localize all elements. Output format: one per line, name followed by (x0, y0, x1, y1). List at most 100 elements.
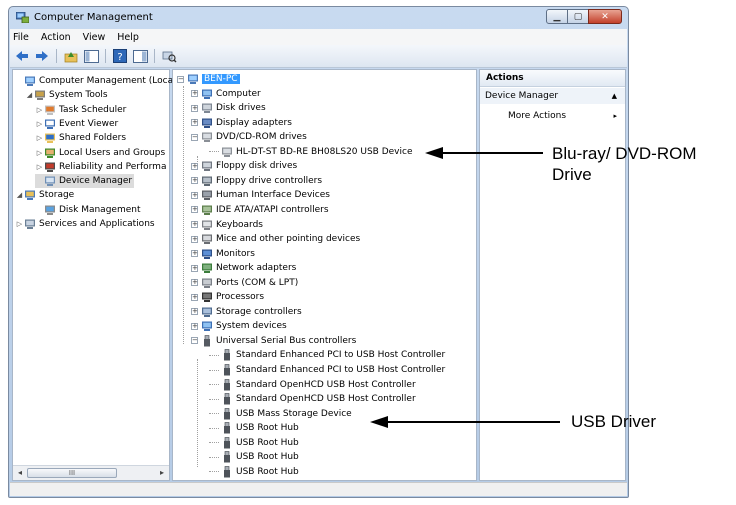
console-tree-item[interactable]: ▷ Local Users and Groups (35, 146, 165, 160)
expand-arrow-icon[interactable]: ▷ (15, 220, 24, 228)
device-tree-item-label: Standard OpenHCD USB Host Controller (236, 394, 416, 405)
collapse-icon[interactable]: − (191, 337, 198, 345)
console-tree-scrollbar[interactable]: ◂ III ▸ (13, 465, 169, 480)
expand-arrow-icon[interactable]: ▷ (35, 163, 44, 171)
device-tree-item[interactable]: + Floppy drive controllers (191, 174, 322, 188)
console-tree-item[interactable]: Computer Management (Local (15, 74, 176, 88)
expand-arrow-icon[interactable]: ▷ (35, 120, 44, 128)
floppy-controller-icon (202, 176, 212, 186)
expand-icon[interactable]: + (191, 322, 198, 330)
maximize-button[interactable]: ▢ (567, 9, 589, 24)
scan-hardware-button[interactable] (161, 48, 177, 64)
collapse-icon[interactable]: − (191, 133, 198, 141)
minimize-button[interactable]: ▁ (546, 9, 568, 24)
device-tree-item[interactable]: + Processors (191, 290, 264, 304)
tree-connector (209, 413, 219, 415)
device-tree-item[interactable]: + System devices (191, 319, 287, 333)
expand-icon[interactable]: + (191, 206, 198, 214)
expand-icon[interactable]: + (191, 279, 198, 287)
disk-management-icon (45, 205, 55, 215)
expand-icon[interactable]: + (191, 308, 198, 316)
device-tree-pane[interactable]: − BEN-PC + Computer + Disk drives + Display ada… (172, 69, 477, 481)
console-tree-item[interactable]: ▷ Reliability and Performa (35, 160, 166, 174)
collapse-icon[interactable]: − (177, 75, 184, 83)
expand-icon[interactable]: + (191, 104, 198, 112)
expand-icon[interactable]: + (191, 250, 198, 258)
collapse-arrow-icon[interactable]: ◢ (25, 91, 34, 99)
device-tree-item[interactable]: USB Root Hub (209, 436, 299, 450)
device-tree-item[interactable]: + Network adapters (191, 261, 296, 275)
expand-icon[interactable]: + (191, 177, 198, 185)
device-tree-item[interactable]: + IDE ATA/ATAPI controllers (191, 203, 329, 217)
device-tree-item[interactable]: + Mice and other pointing devices (191, 232, 360, 246)
console-tree-item[interactable]: ▷ Shared Folders (35, 131, 126, 145)
device-tree-item[interactable]: + Human Interface Devices (191, 188, 330, 202)
device-tree-item[interactable]: + Ports (COM & LPT) (191, 276, 298, 290)
expand-icon[interactable]: + (191, 162, 198, 170)
back-button[interactable] (14, 48, 30, 64)
close-button[interactable]: ✕ (588, 9, 622, 24)
scroll-right-icon[interactable]: ▸ (157, 468, 167, 478)
show-action-pane-button[interactable] (132, 48, 148, 64)
expand-arrow-icon[interactable]: ▷ (35, 149, 44, 157)
tree-connector (209, 471, 219, 473)
users-icon (45, 148, 55, 158)
expand-icon[interactable]: + (191, 119, 198, 127)
device-tree-item[interactable]: + Storage controllers (191, 305, 302, 319)
device-tree-item-label: Storage controllers (216, 306, 302, 317)
device-tree-item[interactable]: + Floppy disk drives (191, 159, 297, 173)
console-tree-pane[interactable]: Computer Management (Local ◢ System Tools ▷… (12, 69, 176, 481)
menu-file[interactable]: File (13, 32, 29, 43)
device-tree-item[interactable]: + Monitors (191, 247, 255, 261)
help-button[interactable]: ? (112, 48, 128, 64)
console-tree-item[interactable]: ◢ Storage (15, 188, 74, 202)
device-tree-item[interactable]: − DVD/CD-ROM drives (191, 130, 307, 144)
device-tree-item[interactable]: USB Root Hub (209, 450, 299, 464)
keyboard-icon (202, 220, 212, 230)
scroll-left-icon[interactable]: ◂ (15, 468, 25, 478)
expand-icon[interactable]: + (191, 264, 198, 272)
expand-icon[interactable]: + (191, 293, 198, 301)
device-tree-item[interactable]: HL-DT-ST BD-RE BH08LS20 USB Device (209, 145, 413, 159)
scroll-thumb[interactable]: III (27, 468, 117, 478)
window-title: Computer Management (34, 12, 153, 23)
device-tree-item[interactable]: Standard Enhanced PCI to USB Host Contro… (209, 363, 445, 377)
console-tree-item[interactable]: ◢ System Tools (25, 88, 108, 102)
expand-icon[interactable]: + (191, 221, 198, 228)
actions-section-device-manager[interactable]: Device Manager ▲ (480, 88, 625, 104)
device-tree-item[interactable]: USB Mass Storage Device (209, 407, 352, 421)
console-tree-item[interactable]: ▷ Services and Applications (15, 217, 155, 231)
device-tree-item[interactable]: − BEN-PC (177, 72, 240, 86)
collapse-arrow-icon[interactable]: ◢ (15, 191, 24, 199)
up-folder-button[interactable] (63, 48, 79, 64)
forward-button[interactable] (34, 48, 50, 64)
expand-arrow-icon[interactable]: ▷ (35, 106, 44, 114)
menu-action[interactable]: Action (41, 32, 71, 43)
computer-management-icon (16, 12, 29, 23)
console-tree-item[interactable]: Disk Management (35, 203, 140, 217)
device-tree-item-label: USB Root Hub (236, 423, 299, 434)
device-tree-item[interactable]: + Display adapters (191, 116, 292, 130)
expand-icon[interactable]: + (191, 191, 198, 199)
up-folder-icon (64, 51, 78, 62)
device-tree-item[interactable]: + Disk drives (191, 101, 266, 115)
device-tree-item[interactable]: USB Root Hub (209, 465, 299, 479)
menu-help[interactable]: Help (117, 32, 139, 43)
expand-arrow-icon[interactable]: ▷ (35, 134, 44, 142)
expand-icon[interactable]: + (191, 235, 198, 243)
device-tree-item[interactable]: + Computer (191, 87, 261, 101)
device-tree-item[interactable]: Standard OpenHCD USB Host Controller (209, 378, 416, 392)
console-tree-item[interactable]: ▷ Task Scheduler (35, 103, 126, 117)
device-tree-item[interactable]: − Universal Serial Bus controllers (191, 334, 356, 348)
show-hide-tree-button[interactable] (83, 48, 99, 64)
device-tree-item[interactable]: + Keyboards (191, 218, 263, 232)
device-tree-item[interactable]: Standard Enhanced PCI to USB Host Contro… (209, 348, 445, 362)
console-tree-item-label: Storage (39, 190, 75, 201)
device-tree-item[interactable]: USB Root Hub (209, 421, 299, 435)
more-actions-item[interactable]: More Actions ▸ (480, 108, 625, 124)
console-tree-item[interactable]: Device Manager (35, 174, 135, 189)
device-tree-item[interactable]: Standard OpenHCD USB Host Controller (209, 392, 416, 406)
expand-icon[interactable]: + (191, 90, 198, 98)
console-tree-item[interactable]: ▷ Event Viewer (35, 117, 118, 131)
menu-view[interactable]: View (83, 32, 106, 43)
